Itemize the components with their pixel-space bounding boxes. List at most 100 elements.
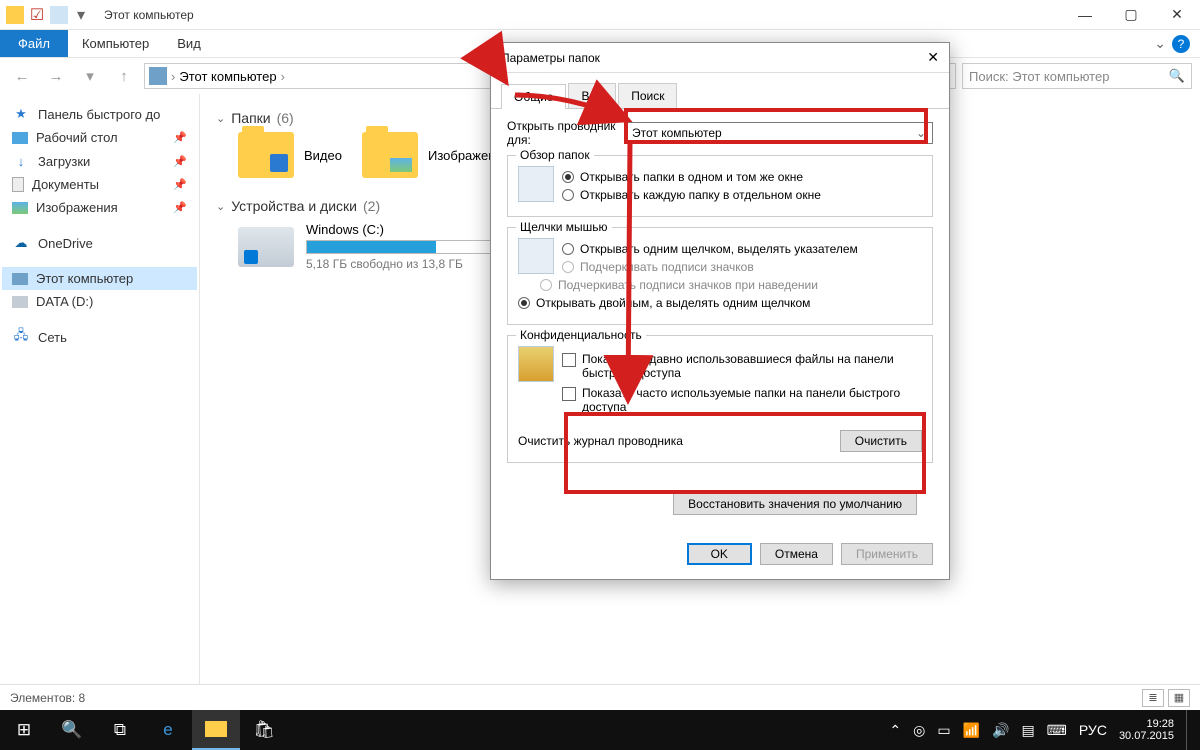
pictures-icon xyxy=(12,202,28,214)
system-tray: ⌃ ◎ ▭ 📶 🔊 ▤ ⌨ РУС 19:28 30.07.2015 xyxy=(881,710,1200,750)
sidebar-quick-access[interactable]: ★ Панель быстрого до xyxy=(2,102,197,126)
radio-icon xyxy=(562,261,574,273)
search-input[interactable]: Поиск: Этот компьютер 🔍 xyxy=(962,63,1192,89)
pin-icon: 📌 xyxy=(173,155,187,168)
time-text: 19:28 xyxy=(1119,718,1174,730)
sidebar-downloads[interactable]: ↓ Загрузки 📌 xyxy=(2,149,197,173)
radio-double-click[interactable]: Открывать двойным, а выделять одним щелч… xyxy=(518,296,922,310)
sidebar-data-d[interactable]: DATA (D:) xyxy=(2,290,197,313)
explorer-button[interactable] xyxy=(192,710,240,750)
sidebar-documents[interactable]: Документы 📌 xyxy=(2,173,197,196)
radio-label: Подчеркивать подписи значков при наведен… xyxy=(558,278,818,292)
search-button[interactable]: 🔍 xyxy=(48,710,96,750)
check-label: Показать недавно использовавшиеся файлы … xyxy=(582,352,922,380)
drive-free-text: 5,18 ГБ свободно из 13,8 ГБ xyxy=(306,257,516,271)
restore-defaults-button[interactable]: Восстановить значения по умолчанию xyxy=(673,493,917,515)
edge-button[interactable]: e xyxy=(144,710,192,750)
close-button[interactable]: ✕ xyxy=(1154,0,1200,30)
sidebar-label: Изображения xyxy=(36,200,118,215)
help-icon[interactable]: ? xyxy=(1172,35,1190,53)
folder-tile-video[interactable]: Видео xyxy=(238,132,342,178)
tab-view[interactable]: Вид xyxy=(568,83,616,108)
radio-label: Подчеркивать подписи значков xyxy=(580,260,754,274)
forward-button[interactable]: → xyxy=(42,62,70,90)
cancel-button[interactable]: Отмена xyxy=(760,543,833,565)
ribbon-collapse-icon[interactable]: ⌄ xyxy=(1154,35,1166,52)
star-icon: ★ xyxy=(12,106,30,122)
group-title: Устройства и диски xyxy=(231,198,357,214)
dialog-actions: OK Отмена Применить xyxy=(491,533,949,579)
sidebar-this-pc[interactable]: Этот компьютер xyxy=(2,267,197,290)
quick-access-toolbar: ☑ ▾ xyxy=(0,6,96,24)
back-button[interactable]: ← xyxy=(8,62,36,90)
privacy-icon xyxy=(518,346,554,382)
open-explorer-select[interactable]: Этот компьютер ⌄ xyxy=(625,122,933,144)
this-pc-icon xyxy=(12,273,28,285)
desktop-icon xyxy=(12,132,28,144)
this-pc-icon xyxy=(149,67,167,85)
ribbon-computer[interactable]: Компьютер xyxy=(68,30,163,57)
store-button[interactable]: 🛍 xyxy=(240,710,288,750)
open-explorer-label: Открыть проводник для: xyxy=(507,119,617,147)
documents-icon xyxy=(12,177,24,192)
tab-general[interactable]: Общие xyxy=(501,84,566,109)
network-tray-icon[interactable]: 📶 xyxy=(963,722,980,739)
up-button[interactable]: ↑ xyxy=(110,62,138,90)
volume-icon[interactable]: 🔊 xyxy=(992,722,1009,739)
breadcrumb-root[interactable]: Этот компьютер xyxy=(179,69,276,84)
qat-dropdown-icon[interactable]: ▾ xyxy=(72,6,90,24)
group-legend: Щелчки мышью xyxy=(516,220,612,234)
clock[interactable]: 19:28 30.07.2015 xyxy=(1119,718,1174,742)
sidebar-onedrive[interactable]: ☁ OneDrive xyxy=(2,231,197,255)
sidebar-pictures[interactable]: Изображения 📌 xyxy=(2,196,197,219)
recent-dropdown[interactable]: ▾ xyxy=(76,62,104,90)
group-browse-folders: Обзор папок Открывать папки в одном и то… xyxy=(507,155,933,217)
new-folder-icon[interactable] xyxy=(50,6,68,24)
search-icon: 🔍 xyxy=(1169,68,1185,84)
view-details-button[interactable]: ≣ xyxy=(1142,689,1164,707)
dialog-body: Открыть проводник для: Этот компьютер ⌄ … xyxy=(491,109,949,533)
dialog-close-button[interactable]: ✕ xyxy=(927,49,939,66)
action-center-icon[interactable]: ▤ xyxy=(1021,722,1034,739)
language-indicator[interactable]: РУС xyxy=(1079,722,1107,738)
task-view-button[interactable]: ⧉ xyxy=(96,710,144,750)
ribbon-file[interactable]: Файл xyxy=(0,30,68,57)
check-recent-files[interactable]: Показать недавно использовавшиеся файлы … xyxy=(562,352,922,380)
start-button[interactable]: ⊞ xyxy=(0,710,48,750)
select-value: Этот компьютер xyxy=(632,126,722,140)
group-privacy: Конфиденциальность Показать недавно испо… xyxy=(507,335,933,463)
radio-same-window[interactable]: Открывать папки в одном и том же окне xyxy=(562,170,922,184)
drive-icon xyxy=(12,296,28,308)
location-icon[interactable]: ◎ xyxy=(913,722,925,739)
tray-up-icon[interactable]: ⌃ xyxy=(889,722,901,739)
pin-icon: 📌 xyxy=(173,201,187,214)
battery-icon[interactable]: ▭ xyxy=(937,722,950,739)
sidebar-label: Документы xyxy=(32,177,99,192)
sidebar-label: Загрузки xyxy=(38,154,90,169)
chevron-down-icon: ⌄ xyxy=(916,126,926,140)
radio-separate-window[interactable]: Открывать каждую папку в отдельном окне xyxy=(562,188,922,202)
tab-search[interactable]: Поиск xyxy=(618,83,677,108)
maximize-button[interactable]: ▢ xyxy=(1108,0,1154,30)
clear-button[interactable]: Очистить xyxy=(840,430,922,452)
ribbon-view[interactable]: Вид xyxy=(163,30,215,57)
sidebar-network[interactable]: 🖧 Сеть xyxy=(2,325,197,349)
ok-button[interactable]: OK xyxy=(687,543,752,565)
properties-icon[interactable]: ☑ xyxy=(28,6,46,24)
checkbox-icon xyxy=(562,353,576,367)
keyboard-icon[interactable]: ⌨ xyxy=(1047,722,1067,739)
folder-tile-pictures[interactable]: Изображения xyxy=(362,132,510,178)
minimize-button[interactable]: — xyxy=(1062,0,1108,30)
breadcrumb-sep: › xyxy=(281,69,285,84)
show-desktop[interactable] xyxy=(1186,710,1192,750)
radio-single-click[interactable]: Открывать одним щелчком, выделять указат… xyxy=(562,242,922,256)
dialog-title: Параметры папок xyxy=(501,51,600,65)
radio-icon xyxy=(518,297,530,309)
check-frequent-folders[interactable]: Показать часто используемые папки на пан… xyxy=(562,386,922,414)
chevron-down-icon: ⌄ xyxy=(216,112,225,125)
radio-label: Открывать папки в одном и том же окне xyxy=(580,170,803,184)
sidebar-desktop[interactable]: Рабочий стол 📌 xyxy=(2,126,197,149)
apply-button[interactable]: Применить xyxy=(841,543,933,565)
view-tiles-button[interactable]: ▦ xyxy=(1168,689,1190,707)
click-icon xyxy=(518,238,554,274)
